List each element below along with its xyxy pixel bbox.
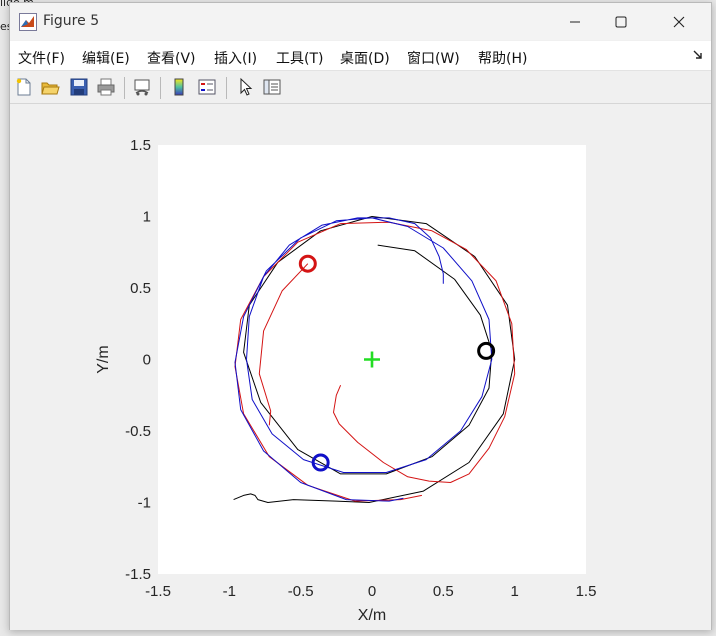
legend-icon (198, 79, 216, 95)
maximize-icon (615, 16, 627, 27)
x-tick-label: -1 (223, 583, 236, 600)
matlab-logo-icon (19, 13, 37, 31)
menu-file[interactable]: 文件(F) (18, 48, 65, 68)
x-tick-label: 0.5 (433, 583, 454, 600)
menu-insert[interactable]: 插入(I) (214, 48, 257, 68)
colorbar-button[interactable] (167, 75, 191, 99)
x-axis-label: X/m (358, 607, 386, 624)
dock-arrow-icon[interactable] (693, 50, 703, 60)
new-figure-button[interactable] (12, 75, 36, 99)
menu-view[interactable]: 查看(V) (147, 48, 196, 68)
menu-help[interactable]: 帮助(H) (478, 48, 527, 68)
y-tick-label: -1.5 (125, 566, 151, 583)
plot-svg: -1.5 -1 -0.5 0 0.5 1 1.5 -1.5 -1 -0.5 0 0.5 1 1.5 X/m… (95, 137, 597, 624)
pointer-icon (240, 77, 253, 96)
menu-bar: 文件(F) 编辑(E) 查看(V) 插入(I) 工具(T) 桌面(D) 窗口(W… (10, 41, 711, 71)
pointer-button[interactable] (233, 75, 257, 99)
figure-canvas[interactable]: -1.5 -1 -0.5 0 0.5 1 1.5 -1.5 -1 -0.5 0 0.5 1 1.5 X/m… (10, 105, 711, 630)
x-tick-label: -0.5 (288, 583, 314, 600)
title-bar[interactable]: Figure 5 (10, 3, 711, 40)
y-tick-label: -1 (138, 495, 151, 512)
property-inspector-button[interactable] (260, 75, 284, 99)
window-title: Figure 5 (43, 13, 100, 29)
menu-desktop[interactable]: 桌面(D) (340, 48, 390, 68)
close-icon (673, 16, 685, 27)
close-button[interactable] (656, 3, 702, 40)
toolbar-separator (226, 77, 227, 99)
x-tick-label: 1 (510, 583, 518, 600)
property-inspector-icon (263, 79, 281, 95)
toolbar-separator (124, 77, 125, 99)
y-tick-label: 1.5 (130, 137, 151, 154)
open-file-button[interactable] (38, 75, 62, 99)
y-tick-label: 1 (143, 209, 151, 226)
x-tick-label: -1.5 (145, 583, 171, 600)
menu-edit[interactable]: 编辑(E) (82, 48, 130, 68)
menu-window[interactable]: 窗口(W) (407, 48, 460, 68)
x-tick-label: 1.5 (576, 583, 597, 600)
new-figure-icon (16, 78, 31, 96)
minimize-button[interactable] (552, 3, 598, 40)
y-tick-label: 0 (143, 352, 151, 369)
y-tick-label: 0.5 (130, 280, 151, 297)
figure-window: Figure 5 文件(F) 编辑(E) 查看(V) 插入(I) 工具(T) 桌… (9, 2, 712, 630)
y-tick-label: -0.5 (125, 423, 151, 440)
print-icon (97, 78, 115, 96)
maximize-button[interactable] (598, 3, 644, 40)
link-plot-icon (134, 79, 150, 96)
legend-button[interactable] (195, 75, 219, 99)
link-plot-button[interactable] (130, 75, 154, 99)
colorbar-icon (174, 78, 184, 96)
toolbar-separator (160, 77, 161, 99)
x-tick-label: 0 (368, 583, 376, 600)
save-icon (70, 78, 88, 96)
print-button[interactable] (94, 75, 118, 99)
figure-toolbar (10, 71, 711, 104)
menu-tools[interactable]: 工具(T) (276, 48, 323, 68)
minimize-icon (570, 21, 580, 22)
open-file-icon (41, 82, 60, 95)
save-button[interactable] (67, 75, 91, 99)
y-axis-label: Y/m (95, 345, 112, 373)
